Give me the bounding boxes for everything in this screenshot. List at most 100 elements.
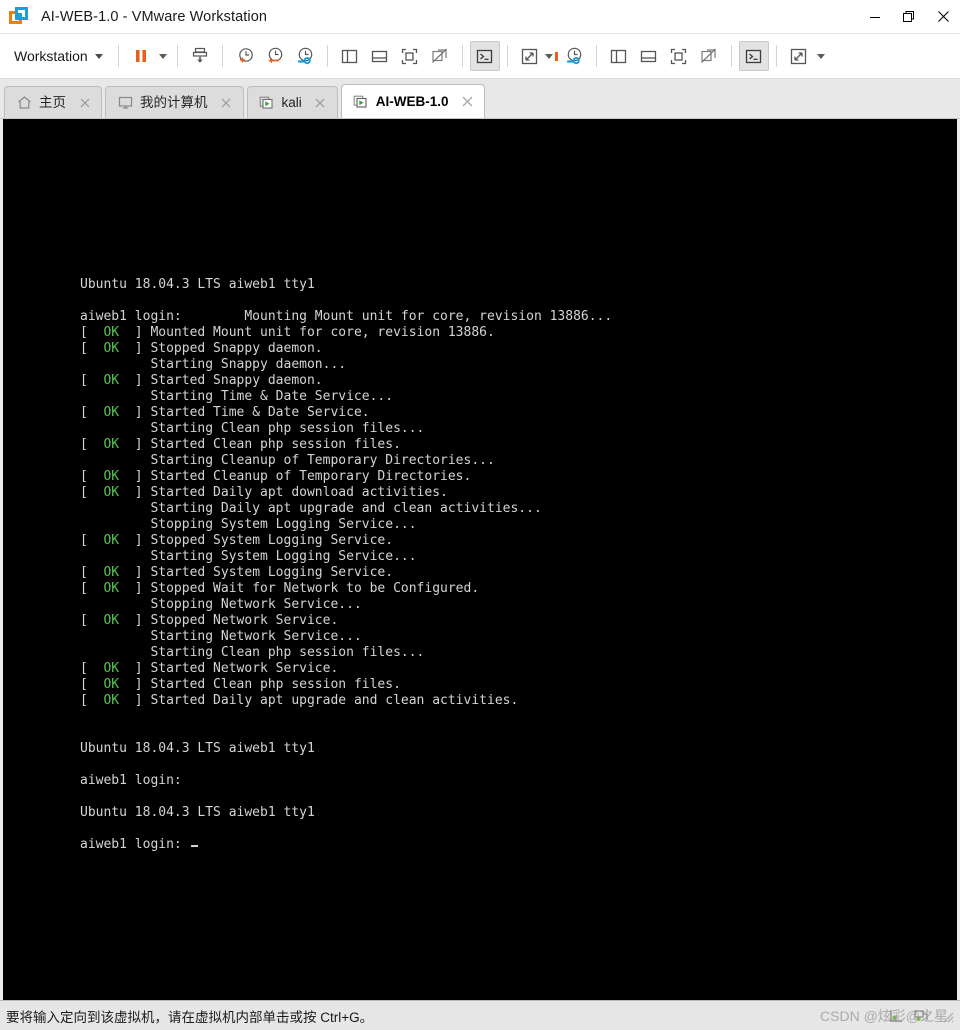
terminal-ok-tag: OK bbox=[103, 613, 120, 628]
tab-ai-web-1-0-close-icon[interactable] bbox=[460, 94, 475, 109]
enter-fullscreen-button-2[interactable] bbox=[664, 41, 694, 71]
tab-kali[interactable]: kali bbox=[246, 86, 338, 118]
close-button[interactable] bbox=[926, 0, 960, 33]
status-message: 要将输入定向到该虚拟机，请在虚拟机内部单击或按 Ctrl+G。 bbox=[6, 1009, 374, 1025]
guest-screen-area: Ubuntu 18.04.3 LTS aiweb1 tty1 aiweb1 lo… bbox=[0, 119, 960, 1000]
terminal-ok-tag: OK bbox=[103, 325, 120, 340]
tab-ai-web-1-0-label: AI-WEB-1.0 bbox=[375, 93, 449, 109]
terminal-ok-tag: OK bbox=[103, 437, 120, 452]
enter-fullscreen-button[interactable] bbox=[395, 41, 425, 71]
stretch-guest-button[interactable] bbox=[515, 41, 545, 71]
show-library-button-2[interactable] bbox=[604, 41, 634, 71]
revert-snapshot-button[interactable] bbox=[260, 41, 290, 71]
terminal-cursor bbox=[190, 845, 198, 847]
terminal-line: Starting Time & Date Service... bbox=[80, 389, 394, 404]
terminal-line: [ OK ] Started Daily apt upgrade and cle… bbox=[80, 693, 519, 708]
terminal-line: Starting Cleanup of Temporary Directorie… bbox=[80, 453, 495, 468]
home-icon bbox=[16, 95, 32, 111]
terminal-line: Stopping System Logging Service... bbox=[80, 517, 417, 532]
console-view-button-2[interactable] bbox=[738, 41, 769, 71]
terminal-line: [ OK ] Started Clean php session files. bbox=[80, 437, 401, 452]
terminal-ok-tag: OK bbox=[103, 533, 120, 548]
stretch-dropdown[interactable] bbox=[545, 41, 559, 71]
tab-home-close-icon[interactable] bbox=[77, 95, 92, 110]
terminal-line: [ OK ] Stopped Network Service. bbox=[80, 613, 339, 628]
terminal-ok-tag: OK bbox=[103, 661, 120, 676]
status-marker-icon bbox=[555, 51, 559, 61]
terminal-line: [ OK ] Stopped Wait for Network to be Co… bbox=[80, 581, 480, 596]
toolbar-divider bbox=[506, 45, 508, 67]
terminal-line: [ OK ] Started Clean php session files. bbox=[80, 677, 401, 692]
tab-my-computer-close-icon[interactable] bbox=[219, 95, 234, 110]
minimize-button[interactable] bbox=[858, 0, 892, 33]
toolbar-divider bbox=[595, 45, 597, 67]
pause-dropdown[interactable] bbox=[156, 41, 170, 71]
toolbar-divider bbox=[461, 45, 463, 67]
status-indicators bbox=[888, 1007, 960, 1024]
vm-play-icon bbox=[353, 94, 369, 110]
vmware-logo-icon bbox=[9, 6, 29, 27]
toolbar-divider bbox=[221, 45, 223, 67]
toolbar-divider bbox=[117, 45, 119, 67]
chevron-down-icon bbox=[545, 53, 554, 59]
monitor-icon bbox=[117, 95, 133, 111]
terminal-line: Starting System Logging Service... bbox=[80, 549, 417, 564]
terminal-ok-tag: OK bbox=[103, 485, 120, 500]
terminal-line: [ OK ] Started Daily apt download activi… bbox=[80, 485, 448, 500]
chevron-down-icon bbox=[816, 53, 825, 59]
tab-my-computer[interactable]: 我的计算机 bbox=[105, 86, 244, 118]
stretch-guest-button-2[interactable] bbox=[784, 41, 814, 71]
window-controls bbox=[858, 0, 960, 33]
tab-kali-close-icon[interactable] bbox=[313, 95, 328, 110]
tab-home[interactable]: 主页 bbox=[4, 86, 102, 118]
suspend-vm-button[interactable] bbox=[185, 41, 215, 71]
hard-disk-indicator-icon[interactable] bbox=[888, 1007, 905, 1024]
vm-tab-bar: 主页 我的计算机 kali AI-WEB-1.0 bbox=[0, 79, 960, 119]
terminal-line: aiweb1 login: bbox=[80, 837, 612, 853]
tab-ai-web-1-0[interactable]: AI-WEB-1.0 bbox=[340, 84, 485, 118]
restore-button[interactable] bbox=[892, 0, 926, 33]
unity-mode-button[interactable] bbox=[425, 41, 455, 71]
vm-console[interactable]: Ubuntu 18.04.3 LTS aiweb1 tty1 aiweb1 lo… bbox=[3, 119, 957, 1000]
show-library-button[interactable] bbox=[335, 41, 365, 71]
terminal-line: [ OK ] Started Time & Date Service. bbox=[80, 405, 370, 420]
terminal-line: Starting Network Service... bbox=[80, 629, 362, 644]
terminal-line: Ubuntu 18.04.3 LTS aiweb1 tty1 bbox=[80, 741, 315, 756]
terminal-line: Ubuntu 18.04.3 LTS aiweb1 tty1 bbox=[80, 805, 315, 820]
manage-snapshots-button[interactable] bbox=[290, 41, 320, 71]
show-thumbnail-bar-button[interactable] bbox=[365, 41, 395, 71]
terminal-ok-tag: OK bbox=[103, 581, 120, 596]
resize-grip[interactable] bbox=[940, 1009, 954, 1023]
tab-my-computer-label: 我的计算机 bbox=[140, 94, 208, 110]
terminal-ok-tag: OK bbox=[103, 565, 120, 580]
unity-mode-button-2[interactable] bbox=[694, 41, 724, 71]
toolbar-divider bbox=[176, 45, 178, 67]
terminal-line: [ OK ] Mounted Mount unit for core, revi… bbox=[80, 325, 495, 340]
manage-snapshots-button-2[interactable] bbox=[559, 41, 589, 71]
terminal-ok-tag: OK bbox=[103, 677, 120, 692]
terminal-line: [ OK ] Started System Logging Service. bbox=[80, 565, 394, 580]
toolbar-divider bbox=[326, 45, 328, 67]
tab-home-label: 主页 bbox=[39, 94, 66, 110]
show-thumbnail-bar-button-2[interactable] bbox=[634, 41, 664, 71]
status-bar: 要将输入定向到该虚拟机，请在虚拟机内部单击或按 Ctrl+G。 CSDN @炫彩… bbox=[0, 1000, 960, 1030]
toolbar-divider bbox=[775, 45, 777, 67]
title-bar: AI-WEB-1.0 - VMware Workstation bbox=[0, 0, 960, 34]
terminal-ok-tag: OK bbox=[103, 373, 120, 388]
terminal-line: Starting Daily apt upgrade and clean act… bbox=[80, 501, 542, 516]
terminal-line: [ OK ] Started Cleanup of Temporary Dire… bbox=[80, 469, 472, 484]
workstation-menu-button[interactable]: Workstation bbox=[6, 44, 111, 68]
network-adapter-indicator-icon[interactable] bbox=[913, 1007, 930, 1024]
terminal-line: Ubuntu 18.04.3 LTS aiweb1 tty1 bbox=[80, 277, 315, 292]
take-snapshot-button[interactable] bbox=[230, 41, 260, 71]
window-title: AI-WEB-1.0 - VMware Workstation bbox=[41, 8, 268, 25]
stretch-dropdown-2[interactable] bbox=[814, 41, 828, 71]
chevron-down-icon bbox=[94, 53, 103, 59]
pause-vm-button[interactable] bbox=[126, 41, 156, 71]
console-view-button[interactable] bbox=[469, 41, 500, 71]
terminal-line: [ OK ] Stopped System Logging Service. bbox=[80, 533, 394, 548]
terminal-line: Stopping Network Service... bbox=[80, 597, 362, 612]
